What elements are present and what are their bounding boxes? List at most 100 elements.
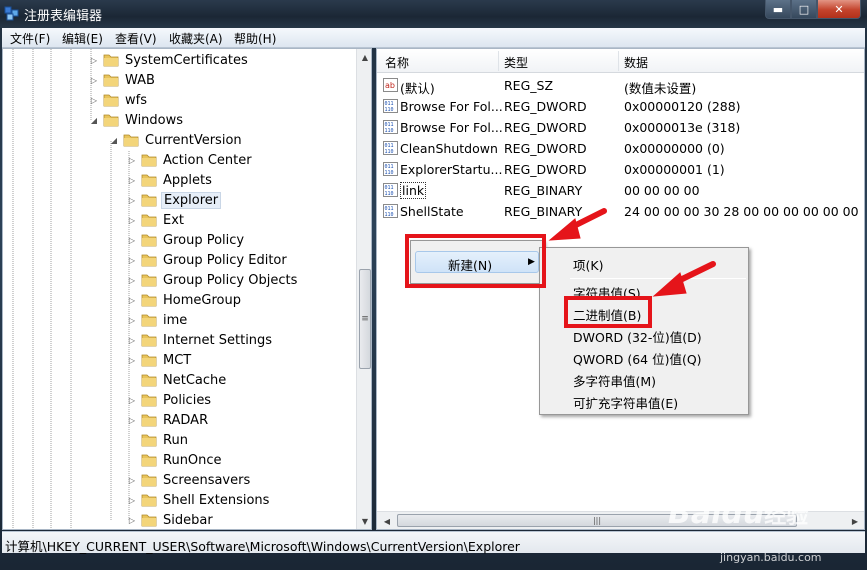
menu-file[interactable]: 文件(F)	[10, 30, 50, 47]
tree-item[interactable]: ▷ wfs	[89, 90, 149, 110]
expand-icon[interactable]: ▷	[89, 95, 99, 105]
menu-favorites[interactable]: 收藏夹(A)	[169, 30, 223, 47]
expand-icon[interactable]: ▷	[127, 255, 137, 265]
value-type: REG_DWORD	[504, 162, 587, 177]
expand-icon[interactable]: ▷	[127, 355, 137, 365]
tree-item[interactable]: ▷ Internet Settings	[127, 330, 274, 350]
expand-icon[interactable]: ▷	[127, 215, 137, 225]
expand-icon[interactable]: ▷	[127, 195, 137, 205]
expand-icon[interactable]: ▷	[127, 155, 137, 165]
binary-value-icon: 011110	[383, 204, 398, 218]
value-name: CleanShutdown	[400, 141, 498, 156]
registry-value-row[interactable]: 011 110 ShellState REG_BINARY 24 00 00 00 30…	[377, 201, 864, 222]
binary-value-icon: 011110	[383, 162, 398, 176]
tree-item[interactable]: ▷ HomeGroup	[127, 290, 243, 310]
collapse-icon[interactable]: ◢	[109, 135, 119, 145]
expand-icon[interactable]: ▷	[127, 335, 137, 345]
svg-text:110: 110	[385, 128, 394, 134]
expand-icon[interactable]: ▷	[127, 295, 137, 305]
tree-item[interactable]: ▷ Sidebar	[127, 510, 215, 529]
expand-icon[interactable]: ▷	[127, 475, 137, 485]
collapse-icon[interactable]: ◢	[89, 115, 99, 125]
maximize-button[interactable]: □	[791, 0, 817, 19]
svg-text:110: 110	[385, 170, 394, 176]
tree-item-label: SystemCertificates	[125, 52, 248, 68]
expand-icon[interactable]: ▷	[89, 75, 99, 85]
expand-icon[interactable]: ▷	[127, 395, 137, 405]
scroll-down-icon[interactable]: ▼	[357, 513, 371, 529]
tree-item[interactable]: ▷ WAB	[89, 70, 157, 90]
value-name: ExplorerStartu...	[400, 162, 503, 177]
column-divider[interactable]	[498, 51, 499, 71]
tree-item[interactable]: ▷ Ext	[127, 210, 186, 230]
tree-item[interactable]: ▷ Screensavers	[127, 470, 252, 490]
tree-item[interactable]: ▷ Shell Extensions	[127, 490, 271, 510]
tree-item-label: wfs	[125, 92, 147, 108]
menu-help[interactable]: 帮助(H)	[234, 30, 276, 47]
tree-scroll-thumb[interactable]: ≡	[359, 269, 371, 369]
folder-icon	[141, 214, 157, 227]
binary-value-icon: 011110	[383, 120, 398, 134]
tree-item[interactable]: ▷ MCT	[127, 350, 193, 370]
tree-item[interactable]: RunOnce	[127, 450, 224, 470]
tree-item[interactable]: ▷ Applets	[127, 170, 214, 190]
scroll-up-icon[interactable]: ▲	[357, 49, 371, 65]
expand-icon[interactable]: ▷	[127, 495, 137, 505]
annotation-box-binary	[564, 296, 652, 328]
menu-view[interactable]: 查看(V)	[115, 30, 157, 47]
menu-edit[interactable]: 编辑(E)	[62, 30, 103, 47]
expand-icon[interactable]: ▷	[127, 515, 137, 525]
expand-icon[interactable]: ▷	[127, 315, 137, 325]
tree-item[interactable]: ▷ SystemCertificates	[89, 50, 250, 70]
registry-editor-window: 注册表编辑器 ▬ □ ✕ 文件(F) 编辑(E) 查看(V) 收藏夹(A) 帮助…	[0, 0, 867, 570]
registry-key-tree[interactable]: ▷ SystemCertificates ▷ WAB ▷ wfs ◢ Windows ◢ Curr…	[2, 48, 372, 530]
expand-icon[interactable]: ▷	[127, 415, 137, 425]
registry-value-row[interactable]: 011 110 link REG_BINARY 00 00 00 00	[377, 180, 864, 201]
column-data[interactable]: 数据	[624, 54, 648, 71]
tree-item[interactable]: ▷ Group Policy Objects	[127, 270, 299, 290]
value-name: ShellState	[400, 204, 464, 219]
tree-item[interactable]: Run	[127, 430, 190, 450]
registry-value-row[interactable]: 011 110 ExplorerStartu... REG_DWORD 0x000000…	[377, 159, 864, 180]
window-title: 注册表编辑器	[24, 9, 103, 24]
tree-item-label: Ext	[163, 212, 185, 228]
tree-item[interactable]: NetCache	[127, 370, 228, 390]
expand-icon[interactable]: ▷	[89, 55, 99, 65]
submenu-item[interactable]: 多字符串值(M)	[540, 368, 748, 390]
tree-item[interactable]: ▷ Explorer	[127, 190, 222, 210]
title-bar[interactable]: 注册表编辑器 ▬ □ ✕	[0, 0, 867, 28]
registry-value-row[interactable]: 011 110 Browse For Fol... REG_DWORD 0x000001…	[377, 96, 864, 117]
submenu-item[interactable]: 可扩充字符串值(E)	[540, 390, 748, 412]
scroll-right-icon[interactable]: ▶	[847, 513, 863, 529]
tree-item[interactable]: ▷ RADAR	[127, 410, 210, 430]
expand-icon[interactable]: ▷	[127, 275, 137, 285]
tree-item-label: WAB	[125, 72, 155, 88]
registry-value-row[interactable]: 011 110 CleanShutdown REG_DWORD 0x00000000 (…	[377, 138, 864, 159]
registry-value-row[interactable]: ab (默认) REG_SZ (数值未设置)	[377, 75, 864, 96]
expand-icon[interactable]: ▷	[127, 175, 137, 185]
tree-vertical-scrollbar[interactable]: ▲ ≡ ▼	[356, 49, 371, 529]
column-name[interactable]: 名称	[385, 54, 409, 71]
tree-item[interactable]: ▷ Policies	[127, 390, 213, 410]
close-icon: ✕	[834, 2, 844, 16]
watermark-brand: Baidu	[668, 496, 765, 531]
submenu-item-label: DWORD (32-位)值(D)	[573, 330, 702, 345]
tree-item[interactable]: ◢ Windows	[89, 110, 185, 130]
tree-item[interactable]: ◢ CurrentVersion	[109, 130, 244, 150]
submenu-item-key[interactable]: 项(K)	[540, 252, 748, 274]
close-button[interactable]: ✕	[817, 0, 861, 19]
column-divider[interactable]	[618, 51, 619, 71]
registry-value-row[interactable]: 011 110 Browse For Fol... REG_DWORD 0x000001…	[377, 117, 864, 138]
tree-item[interactable]: ▷ ime	[127, 310, 189, 330]
submenu-item[interactable]: QWORD (64 位)值(Q)	[540, 346, 748, 368]
tree-item[interactable]: ▷ Group Policy	[127, 230, 246, 250]
minimize-button[interactable]: ▬	[765, 0, 791, 19]
expand-icon[interactable]: ▷	[127, 235, 137, 245]
binary-value-icon: 011110	[383, 141, 398, 155]
scroll-left-icon[interactable]: ◀	[379, 513, 395, 529]
folder-icon	[141, 454, 157, 467]
tree-item[interactable]: ▷ Group Policy Editor	[127, 250, 289, 270]
tree-item[interactable]: ▷ Action Center	[127, 150, 254, 170]
value-data: 24 00 00 00 30 28 00 00 00 00 00 00	[624, 204, 859, 219]
column-type[interactable]: 类型	[504, 54, 528, 71]
